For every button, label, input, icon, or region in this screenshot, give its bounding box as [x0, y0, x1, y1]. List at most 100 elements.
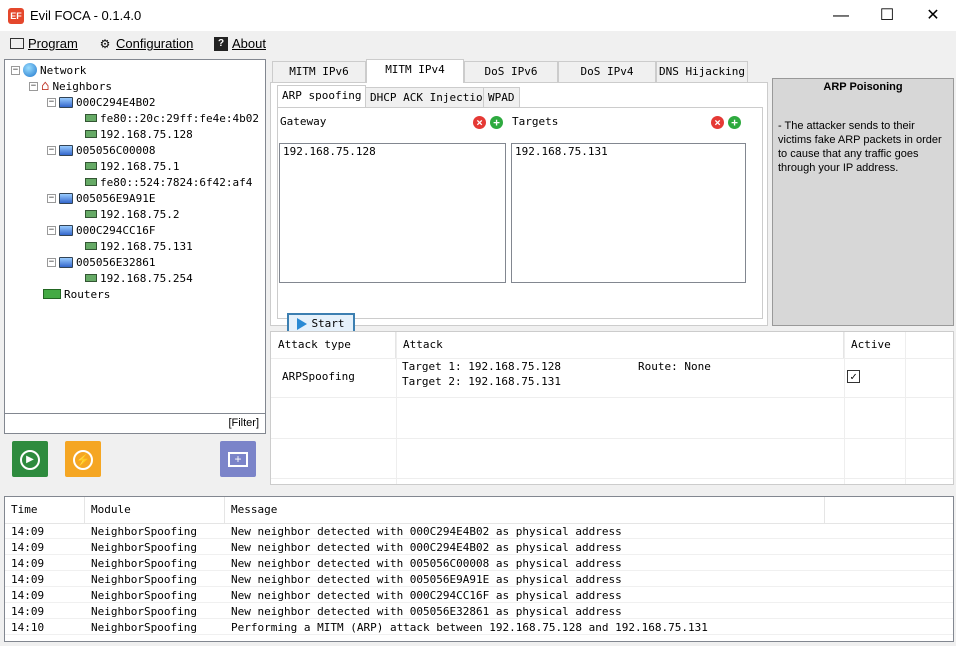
address-label: 192.168.75.128: [100, 127, 193, 141]
log-row[interactable]: 14:09 NeighborSpoofing New neighbor dete…: [5, 555, 953, 571]
tree-node-host[interactable]: − 005056C00008: [47, 142, 155, 158]
scan-network-button[interactable]: ▶: [12, 441, 48, 477]
targets-label: Targets: [512, 115, 559, 128]
minimize-button[interactable]: —: [818, 0, 864, 32]
tab-dos-ipv4[interactable]: DoS IPv4: [558, 61, 656, 82]
log-message: New neighbor detected with 000C294E4B02 …: [231, 541, 622, 554]
address-label: 192.168.75.254: [100, 271, 193, 285]
info-title: ARP Poisoning: [823, 81, 903, 93]
lightning-search-icon: ⚡: [73, 449, 93, 470]
title-bar: EF Evil FOCA - 0.1.4.0 — ☐ ✕: [0, 0, 956, 32]
attack-scan-button[interactable]: ⚡: [65, 441, 101, 477]
attacks-table[interactable]: Attack type Attack Active ARPSpoofing Ta…: [270, 331, 954, 485]
collapse-icon[interactable]: −: [47, 225, 56, 235]
collapse-icon[interactable]: −: [47, 257, 56, 267]
menu-configuration[interactable]: ⚙ Configuration: [98, 36, 194, 51]
targets-list[interactable]: 192.168.75.131: [511, 143, 746, 283]
tree-node-host[interactable]: − 005056E9A91E: [47, 190, 155, 206]
tree-node-neighbors[interactable]: − ⌂ Neighbors: [29, 78, 112, 94]
host-name: 000C294CC16F: [76, 223, 156, 237]
add-gateway-icon[interactable]: +: [490, 116, 503, 129]
subtab-arp-spoofing[interactable]: ARP spoofing: [277, 85, 367, 107]
log-module: NeighborSpoofing: [91, 525, 197, 538]
tree-label-neighbors: Neighbors: [52, 79, 113, 93]
log-row[interactable]: 14:09 NeighborSpoofing New neighbor dete…: [5, 523, 953, 539]
gateway-item[interactable]: 192.168.75.128: [283, 145, 502, 158]
maximize-button[interactable]: ☐: [864, 0, 910, 32]
menu-program[interactable]: Program: [10, 36, 78, 51]
tree-node-address[interactable]: fe80::524:7824:6f42:af4: [85, 174, 252, 190]
tree-node-address[interactable]: 192.168.75.2: [85, 206, 179, 222]
computer-icon: [59, 144, 73, 156]
tree-node-host[interactable]: − 000C294E4B02: [47, 94, 155, 110]
house-icon: ⌂: [41, 78, 50, 94]
tree-label-network: Network: [40, 63, 87, 77]
log-module: NeighborSpoofing: [91, 621, 197, 634]
log-row[interactable]: 14:09 NeighborSpoofing New neighbor dete…: [5, 603, 953, 619]
network-card-icon: [85, 178, 97, 186]
network-tree[interactable]: − Network − ⌂ Neighbors − 000C294E4B02 f…: [4, 59, 266, 414]
filter-link[interactable]: [Filter]: [228, 417, 259, 429]
host-name: 005056E9A91E: [76, 191, 156, 205]
address-label: 192.168.75.1: [100, 159, 180, 173]
gear-icon: ⚙: [99, 36, 111, 51]
column-header-attack[interactable]: Attack: [396, 332, 844, 358]
tree-node-address[interactable]: 192.168.75.1: [85, 158, 179, 174]
column-header-attack-type[interactable]: Attack type: [271, 332, 396, 358]
attack-route: Route: None: [638, 360, 711, 373]
log-header-time[interactable]: Time: [5, 497, 85, 523]
log-module: NeighborSpoofing: [91, 589, 197, 602]
tab-dos-ipv6[interactable]: DoS IPv6: [464, 61, 558, 82]
log-header-message[interactable]: Message: [225, 497, 825, 523]
collapse-icon[interactable]: −: [11, 65, 20, 75]
tree-node-address[interactable]: fe80::20c:29ff:fe4e:4b02: [85, 110, 259, 126]
tree-node-routers[interactable]: Routers: [43, 286, 110, 302]
active-checkbox[interactable]: ✓: [847, 370, 860, 383]
column-header-active[interactable]: Active: [844, 332, 906, 358]
tree-node-address[interactable]: 192.168.75.254: [85, 270, 193, 286]
log-row[interactable]: 14:09 NeighborSpoofing New neighbor dete…: [5, 587, 953, 603]
log-table[interactable]: Time Module Message 14:09 NeighborSpoofi…: [4, 496, 954, 642]
tree-node-address[interactable]: 192.168.75.131: [85, 238, 193, 254]
log-row[interactable]: 14:09 NeighborSpoofing New neighbor dete…: [5, 539, 953, 555]
subtab-dhcp-ack-injection[interactable]: DHCP ACK Injection: [365, 87, 495, 107]
tree-label-routers: Routers: [64, 287, 111, 301]
attack-target-1: Target 1: 192.168.75.128: [402, 360, 561, 373]
start-label: Start: [311, 317, 345, 330]
window-icon: [10, 38, 24, 49]
log-row[interactable]: 14:09 NeighborSpoofing New neighbor dete…: [5, 571, 953, 587]
close-button[interactable]: ✕: [910, 0, 956, 32]
collapse-icon[interactable]: −: [47, 145, 56, 155]
log-header-module[interactable]: Module: [85, 497, 225, 523]
tree-node-network[interactable]: − Network: [11, 62, 86, 78]
remove-target-icon[interactable]: ×: [711, 116, 724, 129]
log-row[interactable]: 14:10 NeighborSpoofing Performing a MITM…: [5, 619, 953, 635]
tree-node-host[interactable]: − 000C294CC16F: [47, 222, 155, 238]
help-icon: ?: [214, 36, 228, 51]
tab-dns-hijacking[interactable]: DNS Hijacking: [656, 61, 748, 82]
gateway-list[interactable]: 192.168.75.128: [279, 143, 506, 283]
attack-target-2: Target 2: 192.168.75.131: [402, 375, 561, 388]
menu-configuration-label: Configuration: [116, 36, 194, 51]
attack-type-cell[interactable]: ARPSpoofing: [282, 370, 355, 383]
add-target-icon[interactable]: +: [728, 116, 741, 129]
target-item[interactable]: 192.168.75.131: [515, 145, 742, 158]
tab-mitm-ipv4[interactable]: MITM IPv4: [366, 59, 464, 83]
add-computer-button[interactable]: +: [220, 441, 256, 477]
menu-about[interactable]: ? About: [214, 36, 266, 51]
tab-mitm-ipv6[interactable]: MITM IPv6: [272, 61, 366, 82]
evil-foca-logo-icon: EF: [8, 8, 24, 24]
gateway-label: Gateway: [280, 115, 327, 128]
host-name: 005056E32861: [76, 255, 156, 269]
tree-node-address[interactable]: 192.168.75.128: [85, 126, 193, 142]
remove-gateway-icon[interactable]: ×: [473, 116, 486, 129]
tree-node-host[interactable]: − 005056E32861: [47, 254, 155, 270]
collapse-icon[interactable]: −: [47, 193, 56, 203]
log-time: 14:09: [11, 541, 45, 554]
collapse-icon[interactable]: −: [47, 97, 56, 107]
log-message: New neighbor detected with 005056C00008 …: [231, 557, 622, 570]
collapse-icon[interactable]: −: [29, 81, 38, 91]
computer-icon: [59, 192, 73, 204]
subtab-wpad[interactable]: WPAD: [483, 87, 520, 107]
address-label: 192.168.75.131: [100, 239, 193, 253]
